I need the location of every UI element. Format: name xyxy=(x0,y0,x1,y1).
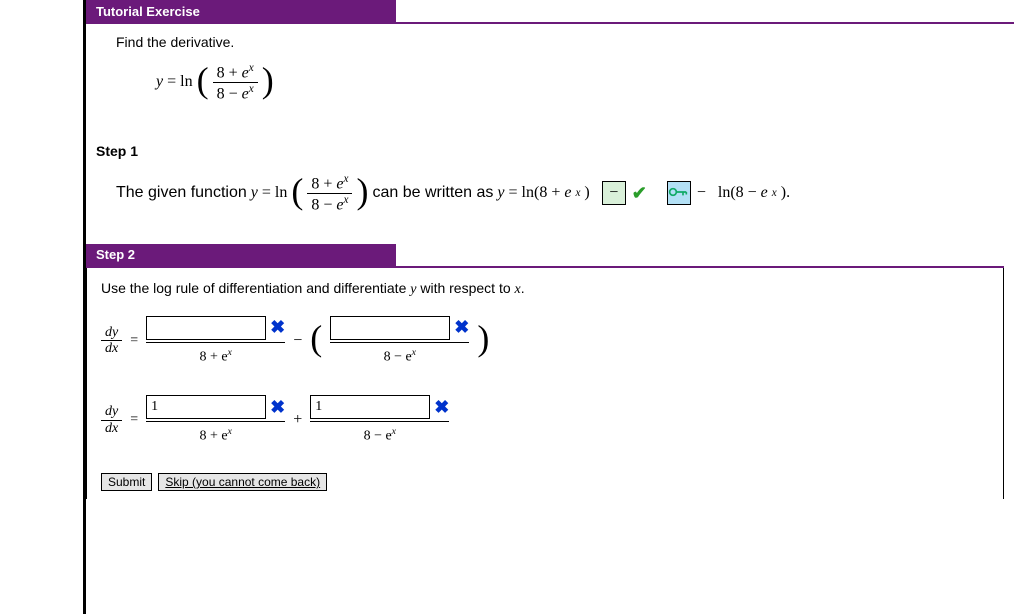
prompt-section: Find the derivative. y = ln ( 8 + ex 8 −… xyxy=(86,24,1014,123)
step2-body: Use the log rule of differentiation and … xyxy=(86,268,1004,499)
x-icon-1: ✖ xyxy=(270,317,285,338)
equation-y: y = ln ( 8 + ex 8 − ex ) xyxy=(156,62,274,103)
step2-eq-line-1: dy dx = ✖ 8 + ex − ( ✖ xyxy=(101,316,989,366)
step2-input-2[interactable] xyxy=(330,316,450,340)
step2-input-3[interactable] xyxy=(146,395,266,419)
step2-header-row: Step 2 xyxy=(86,244,1004,268)
submit-button[interactable]: Submit xyxy=(101,473,152,491)
key-icon xyxy=(668,185,688,199)
skip-button[interactable]: Skip (you cannot come back) xyxy=(158,473,327,491)
x-icon-2: ✖ xyxy=(454,317,469,338)
x-icon-3: ✖ xyxy=(270,397,285,418)
step2-header: Step 2 xyxy=(86,244,396,266)
reveal-answer-button[interactable] xyxy=(667,181,691,205)
step1-label: Step 1 xyxy=(86,123,1014,163)
step2-instr: Use the log rule of differentiation and … xyxy=(101,280,410,296)
step1-mid: can be written as xyxy=(372,184,493,202)
x-icon-4: ✖ xyxy=(434,397,449,418)
prompt-text: Find the derivative. xyxy=(116,34,1004,50)
main-content: Tutorial Exercise Find the derivative. y… xyxy=(86,0,1024,614)
tutorial-header: Tutorial Exercise xyxy=(86,0,396,22)
answer-box-1[interactable]: − xyxy=(602,181,626,205)
left-rail xyxy=(0,0,86,614)
tutorial-header-row: Tutorial Exercise xyxy=(86,0,1014,24)
button-row: Submit Skip (you cannot come back) xyxy=(101,473,989,491)
step2-input-4[interactable] xyxy=(310,395,430,419)
check-icon: ✔ xyxy=(632,183,647,204)
step1-pre: The given function xyxy=(116,184,247,202)
step2-eq-line-2: dy dx = ✖ 8 + ex + ✖ xyxy=(101,395,989,445)
step2-input-1[interactable] xyxy=(146,316,266,340)
step1-body: The given function y = ln ( 8 + ex 8 − e… xyxy=(86,163,1014,244)
